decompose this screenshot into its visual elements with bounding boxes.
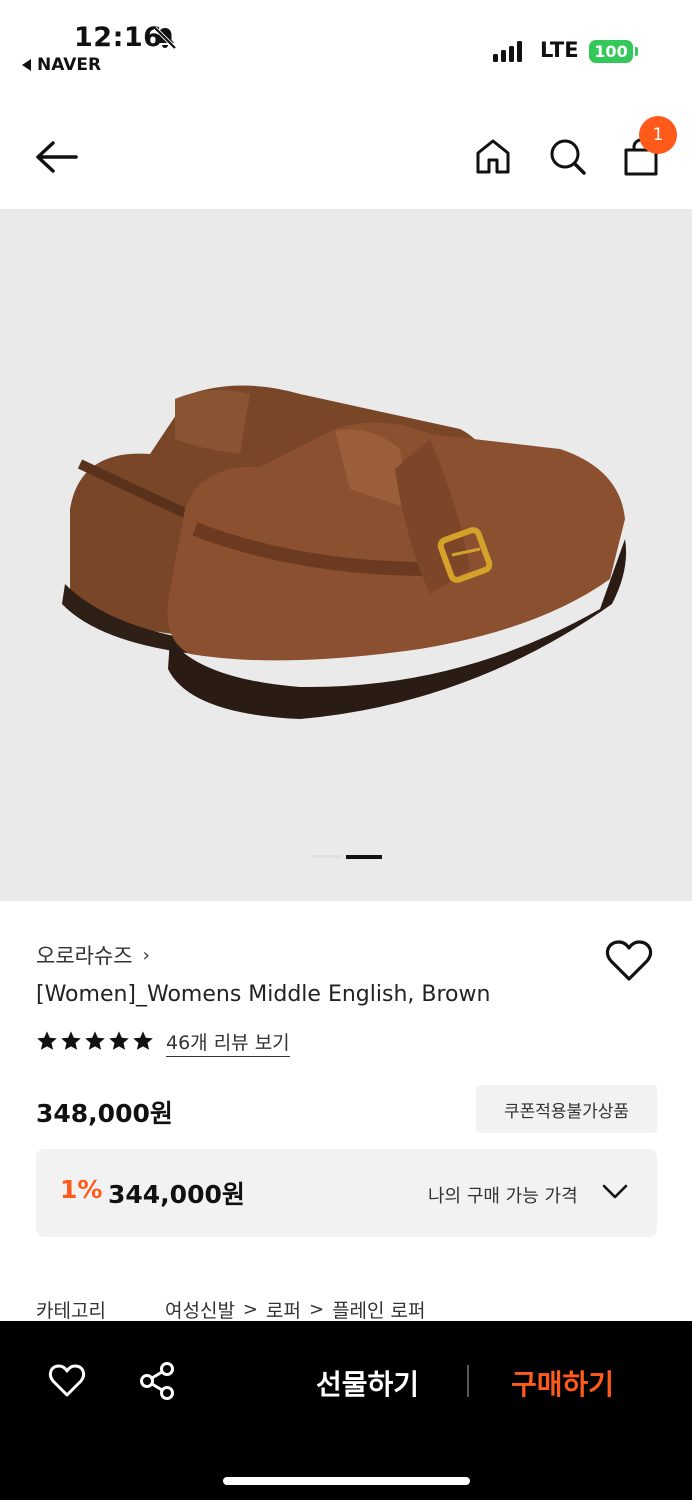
signal-icon	[493, 40, 522, 62]
cart-count-badge: 1	[639, 116, 677, 154]
product-shoe-image	[62, 385, 627, 719]
search-icon[interactable]	[547, 136, 587, 176]
back-app-label: NAVER	[37, 55, 102, 75]
product-name: [Women]_Womens Middle English, Brown	[36, 982, 491, 1007]
category-breadcrumb[interactable]: 여성신발 > 로퍼 > 플레인 로퍼	[165, 1296, 426, 1323]
category-item[interactable]: 플레인 로퍼	[332, 1296, 425, 1323]
carousel-dot-1[interactable]	[312, 855, 342, 858]
category-item[interactable]: 여성신발	[165, 1296, 235, 1323]
rating-stars	[36, 1030, 154, 1052]
bottom-action-bar: 선물하기 구매하기	[0, 1321, 692, 1500]
category-label: 카테고리	[36, 1300, 106, 1322]
bell-slash-icon	[153, 26, 177, 50]
back-triangle-icon	[22, 59, 31, 71]
chevron-right-icon: ›	[142, 944, 150, 966]
buy-button[interactable]: 구매하기	[511, 1363, 614, 1403]
brand-link[interactable]: 오로라슈즈 ›	[36, 940, 150, 970]
star-icon	[109, 1031, 129, 1050]
back-to-app-link[interactable]: NAVER	[22, 55, 101, 75]
star-icon	[37, 1031, 57, 1050]
star-icon	[133, 1031, 153, 1050]
star-icon	[61, 1031, 81, 1050]
home-icon[interactable]	[473, 136, 513, 176]
breadcrumb-separator: >	[308, 1299, 325, 1320]
discount-rate: 1%	[60, 1175, 103, 1204]
my-price-dropdown[interactable]: 1% 344,000원 나의 구매 가능 가격	[36, 1149, 657, 1237]
review-link[interactable]: 46개 리뷰 보기	[166, 1028, 290, 1057]
status-time: 12:16	[74, 22, 163, 53]
heart-icon[interactable]	[47, 1363, 87, 1399]
gift-button[interactable]: 선물하기	[316, 1363, 419, 1403]
category-item[interactable]: 로퍼	[266, 1296, 301, 1323]
share-icon[interactable]	[138, 1361, 176, 1401]
wishlist-heart-icon[interactable]	[604, 938, 654, 984]
my-price-value: 344,000원	[108, 1180, 245, 1209]
my-price-label: 나의 구매 가능 가격	[428, 1186, 578, 1207]
chevron-down-icon	[602, 1184, 628, 1199]
home-indicator[interactable]	[223, 1477, 470, 1485]
battery-icon: 100	[589, 40, 633, 63]
product-image[interactable]	[0, 209, 692, 901]
brand-label: 오로라슈즈	[36, 944, 133, 968]
coupon-notice-badge: 쿠폰적용불가상품	[476, 1085, 657, 1133]
divider	[467, 1365, 469, 1397]
star-icon	[85, 1031, 105, 1050]
network-label: LTE	[540, 38, 579, 62]
back-arrow-icon[interactable]	[34, 138, 78, 176]
carousel-dot-2[interactable]	[346, 855, 382, 859]
breadcrumb-separator: >	[242, 1299, 259, 1320]
battery-cap	[635, 47, 638, 56]
product-price: 348,000원	[36, 1099, 173, 1128]
